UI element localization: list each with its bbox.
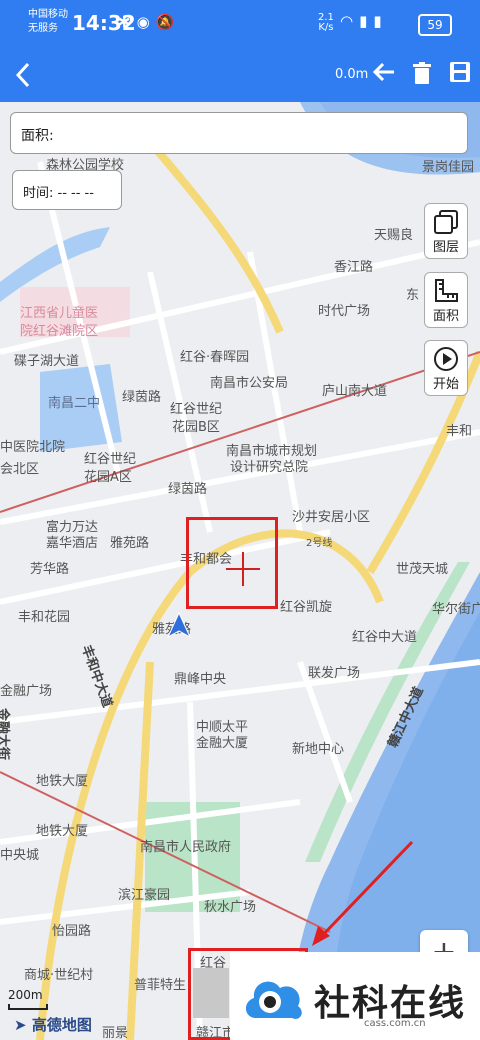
bluetooth-location-mute-icons: ✱◉🔕 [118, 13, 181, 31]
map-label: 庐山南大道 [322, 384, 388, 399]
map-label: 普菲特生 [134, 978, 187, 993]
map-label: 地铁大厦 [36, 774, 89, 789]
map-label: 世茂天城 [396, 562, 449, 577]
map-label: 秋水广场 [204, 900, 257, 915]
map-label: 红谷世纪 [170, 402, 223, 417]
map-label: 地铁大厦 [36, 824, 89, 839]
map-label: 金融大厦 [196, 736, 249, 751]
send-icon: ➤ [14, 1016, 27, 1034]
map-label: 中央城 [0, 848, 40, 863]
map-label: 丰和 [446, 424, 473, 439]
map-label: 天赐良 [374, 228, 414, 243]
map-label: 院红谷滩院区 [20, 324, 99, 339]
ruler-icon [435, 279, 458, 302]
map-label: 东 [406, 288, 420, 303]
map-label: 芳华路 [30, 562, 70, 577]
map-label: 红谷世纪 [84, 452, 137, 467]
status-bar: 中国移动 无服务 14:32 ✱◉🔕 2.1 K/s ◠▮▮ 59 [0, 0, 480, 50]
network-speed-unit: K/s [318, 22, 334, 33]
start-button[interactable]: 开始 [424, 340, 468, 396]
watermark-url: cass.com.cn [364, 1018, 426, 1029]
map-label: 绿茵路 [122, 390, 162, 405]
area-label: 面积: [21, 128, 54, 144]
map-label: 碟子湖大道 [14, 354, 80, 369]
map-label: 丰和花园 [18, 610, 71, 625]
map-label: 江西省儿童医 [20, 306, 99, 321]
map-label: 金融大街 [0, 708, 10, 761]
map-label: 金融广场 [0, 684, 53, 699]
map-label: 南昌市公安局 [210, 376, 289, 391]
gray-placeholder [193, 968, 229, 1018]
app-bar: 0.0m [0, 50, 480, 102]
time-label: 时间: -- -- -- [23, 186, 94, 201]
map-label: 绿茵路 [168, 482, 208, 497]
map-label: 怡园路 [52, 924, 92, 939]
map-label: 中医院北院 [0, 440, 66, 455]
cloud-logo-icon [245, 981, 302, 1019]
carrier-name: 中国移动 [28, 9, 68, 20]
location-arrow-icon [166, 612, 192, 638]
map-label: 雅苑路 [110, 536, 150, 551]
map-label: 华尔街广 [432, 602, 480, 617]
distance-readout: 0.0m [335, 67, 369, 82]
area-button[interactable]: 面积 [424, 272, 468, 328]
area-panel: 面积: [10, 112, 468, 154]
map-label: 沙井安居小区 [292, 510, 371, 525]
map-label: 会北区 [0, 462, 40, 477]
map-label: 花园B区 [172, 420, 220, 435]
network-speed: 2.1 K/s [318, 13, 334, 33]
map-label: 红谷中大道 [352, 630, 418, 645]
play-icon [434, 347, 458, 371]
map-label: 设计研究总院 [230, 460, 309, 475]
map-label: 鼎峰中央 [174, 672, 227, 687]
map-label: 嘉华酒店 [46, 536, 99, 551]
map-label: 滨江豪园 [118, 888, 171, 903]
back-arrow-icon[interactable] [10, 58, 40, 100]
undo-arrow-icon[interactable] [372, 60, 396, 90]
start-label: 开始 [432, 377, 459, 392]
carrier-service: 无服务 [28, 23, 58, 34]
map-label: 南昌二中 [48, 396, 101, 411]
watermark: 社科在线 cass.com.cn [230, 952, 480, 1040]
map-label: 商城·世纪村 [24, 968, 94, 983]
map-label: 联发广场 [308, 666, 361, 681]
map-label: 红谷凯旋 [280, 600, 333, 615]
map-label: 花园A区 [84, 470, 132, 485]
layers-button[interactable]: 图层 [424, 203, 468, 259]
time-panel: 时间: -- -- -- [12, 170, 122, 210]
carrier-info: 中国移动 无服务 [28, 8, 68, 36]
amap-logo: ➤ 高德地图 [14, 1014, 92, 1035]
map-label: 红谷·春晖园 [180, 350, 250, 365]
map-label: 新地中心 [292, 742, 345, 757]
map-label: 香江路 [334, 260, 374, 275]
scale-bar [8, 1004, 48, 1010]
layers-label: 图层 [432, 240, 459, 255]
layers-icon [434, 210, 458, 234]
metro-line-label: 2号线 [306, 538, 333, 549]
amap-logo-text: 高德地图 [31, 1016, 92, 1034]
save-icon[interactable] [450, 62, 470, 82]
wifi-signal-icons: ◠▮▮ [340, 12, 388, 30]
map-label: 南昌市人民政府 [140, 840, 232, 855]
trash-icon[interactable] [413, 62, 431, 84]
area-label-button: 面积 [432, 309, 459, 324]
annotation-arrow [312, 840, 414, 946]
map-label: 景岗佳园 [422, 160, 475, 175]
map-scale: 200m [8, 988, 43, 1002]
battery-icon: 59 [418, 14, 452, 36]
crosshair-icon [226, 552, 260, 586]
map-label: 丽景 [102, 1026, 129, 1040]
map-label: 时代广场 [318, 304, 371, 319]
